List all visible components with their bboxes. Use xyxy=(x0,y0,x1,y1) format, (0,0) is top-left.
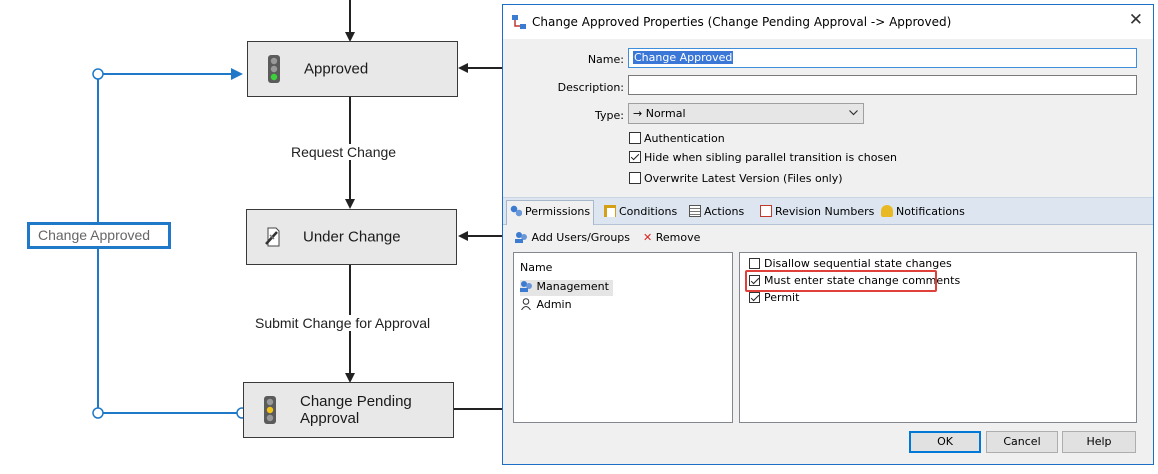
permit-label: Permit xyxy=(764,291,800,304)
bell-icon xyxy=(881,205,893,217)
users-header: Name xyxy=(520,261,553,274)
dialog-titlebar[interactable]: Change Approved Properties (Change Pendi… xyxy=(503,5,1153,39)
remove-x-icon: ✕ xyxy=(643,231,653,244)
name-value: Change Approved xyxy=(633,51,734,64)
hide-sibling-label: Hide when sibling parallel transition is… xyxy=(644,151,897,164)
transition-icon xyxy=(512,15,526,29)
type-label: Type: xyxy=(595,109,624,122)
name-label: Name: xyxy=(587,53,624,66)
transition-properties-dialog: Change Approved Properties (Change Pendi… xyxy=(502,4,1154,465)
users-list[interactable]: Name Management Admin xyxy=(513,252,733,423)
transition-handle[interactable] xyxy=(92,407,104,419)
annotation-highlight-box xyxy=(745,270,937,292)
users-icon xyxy=(510,205,522,217)
state-label: Change Pending Approval xyxy=(300,393,412,427)
tab-revision-numbers[interactable]: Revision Numbers xyxy=(757,201,877,222)
add-users-groups-button[interactable]: Add Users/Groups xyxy=(515,231,630,244)
transition-label-request-change[interactable]: Request Change xyxy=(289,144,399,160)
authentication-checkbox[interactable] xyxy=(629,132,641,144)
tab-conditions[interactable]: Conditions xyxy=(601,201,680,222)
traffic-light-green-icon xyxy=(268,55,280,83)
overwrite-latest-checkbox[interactable] xyxy=(629,172,641,184)
overwrite-latest-label: Overwrite Latest Version (Files only) xyxy=(644,172,843,185)
actions-icon xyxy=(689,205,701,217)
group-icon xyxy=(520,281,532,292)
state-approved[interactable]: Approved xyxy=(247,41,458,97)
add-users-icon xyxy=(515,232,527,243)
description-field[interactable] xyxy=(628,75,1137,95)
remove-button[interactable]: ✕ Remove xyxy=(643,231,700,244)
permit-checkbox[interactable] xyxy=(749,292,760,303)
tab-notifications[interactable]: Notifications xyxy=(878,201,968,222)
state-change-pending-approval[interactable]: Change Pending Approval xyxy=(243,382,454,438)
name-field[interactable]: Change Approved xyxy=(628,48,1137,68)
tab-actions[interactable]: Actions xyxy=(686,201,747,222)
type-value: → Normal xyxy=(633,107,686,120)
state-under-change[interactable]: Under Change xyxy=(246,209,457,265)
type-select[interactable]: → Normal xyxy=(628,103,864,124)
transition-label-submit-change[interactable]: Submit Change for Approval xyxy=(253,315,433,331)
dialog-title: Change Approved Properties (Change Pendi… xyxy=(532,15,952,29)
conditions-icon xyxy=(604,205,616,217)
ok-button[interactable]: OK xyxy=(909,431,981,453)
close-icon[interactable]: ✕ xyxy=(1129,12,1143,29)
user-row-management[interactable]: Management xyxy=(520,280,613,296)
chevron-down-icon xyxy=(849,110,858,116)
transition-handle[interactable] xyxy=(92,68,104,80)
tab-strip: Permissions Conditions Actions Revision … xyxy=(503,197,1153,225)
transition-label-change-approved[interactable]: Change Approved xyxy=(27,222,171,249)
tab-permissions[interactable]: Permissions xyxy=(506,200,595,225)
state-label: Under Change xyxy=(303,228,401,246)
user-icon xyxy=(521,298,531,311)
disallow-sequential-label: Disallow sequential state changes xyxy=(764,257,952,270)
edit-document-icon xyxy=(265,227,280,247)
state-label: Approved xyxy=(304,60,369,78)
disallow-sequential-checkbox[interactable] xyxy=(749,258,760,269)
traffic-light-yellow-icon xyxy=(264,396,276,424)
hide-sibling-checkbox[interactable] xyxy=(629,151,641,163)
help-button[interactable]: Help xyxy=(1062,431,1136,453)
user-row-admin[interactable]: Admin xyxy=(520,298,572,314)
revision-checkbox-icon xyxy=(760,205,772,217)
authentication-label: Authentication xyxy=(644,132,725,145)
cancel-button[interactable]: Cancel xyxy=(986,431,1058,453)
description-label: Description: xyxy=(557,81,624,94)
